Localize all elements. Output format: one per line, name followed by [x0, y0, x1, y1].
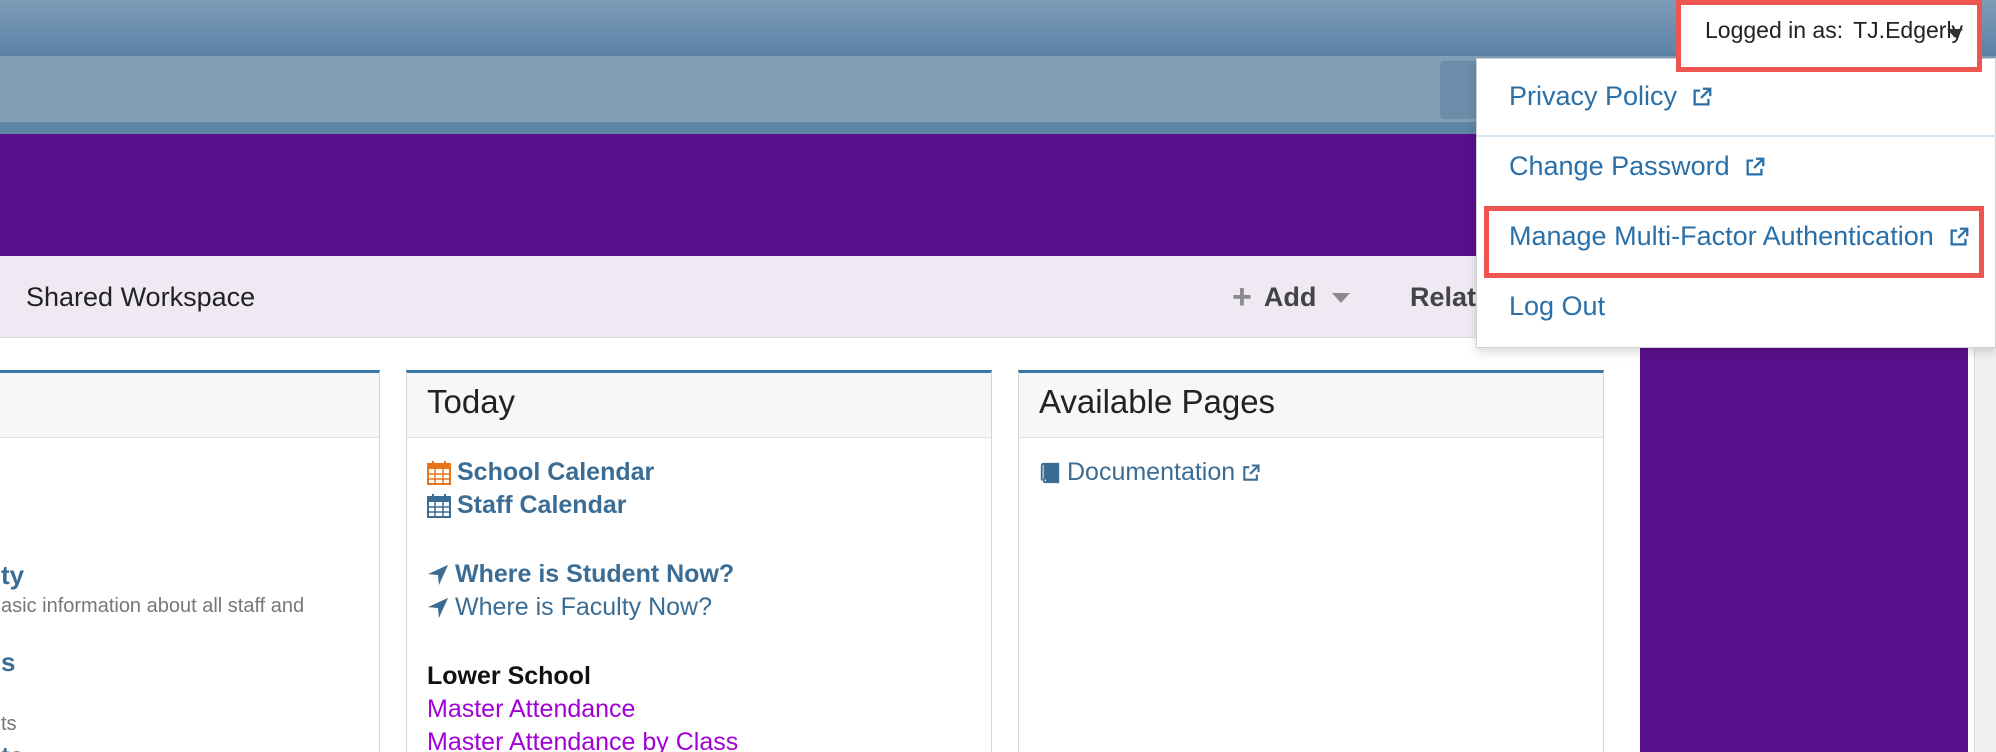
external-link-icon: [1693, 87, 1712, 105]
menu-item-privacy-policy[interactable]: Privacy Policy: [1509, 81, 1713, 112]
book-icon: [1040, 462, 1060, 483]
master-attendance-class-label: Master Attendance by Class: [427, 728, 739, 752]
left-card-link-2[interactable]: s: [1, 647, 15, 678]
menu-item-log-out[interactable]: Log Out: [1509, 291, 1605, 322]
menu-item-label: Log Out: [1509, 291, 1606, 321]
lower-school-heading: Lower School: [427, 660, 971, 693]
menu-item-label: Change Password: [1509, 151, 1730, 181]
left-card: ty asic information about all staff and …: [0, 370, 380, 752]
available-pages-title: Available Pages: [1019, 373, 1603, 438]
menu-divider: [1477, 135, 1996, 137]
left-card-link-1[interactable]: ty: [1, 560, 24, 591]
documentation-link[interactable]: Documentation: [1039, 456, 1583, 489]
caret-down-icon: [1332, 292, 1351, 303]
calendar-icon: [427, 493, 451, 518]
where-faculty-link[interactable]: Where is Faculty Now?: [427, 591, 971, 624]
where-faculty-label: Where is Faculty Now?: [455, 593, 713, 621]
user-menu-toggle[interactable]: Logged in as: TJ.Edgerly: [1676, 0, 1982, 72]
staff-calendar-label: Staff Calendar: [457, 491, 627, 519]
calendar-icon: [427, 460, 451, 485]
location-arrow-icon: [427, 597, 449, 618]
master-attendance-label: Master Attendance: [427, 695, 636, 723]
right-side-panel: [1640, 338, 1968, 752]
staff-calendar-link[interactable]: Staff Calendar: [427, 489, 971, 522]
nav-add-button[interactable]: + Add: [1232, 278, 1351, 317]
left-card-desc-1: asic information about all staff and: [1, 595, 305, 617]
where-student-link[interactable]: Where is Student Now?: [427, 558, 971, 591]
external-link-icon: [1746, 157, 1765, 175]
caret-down-icon: [1947, 29, 1963, 38]
nav-add-label: Add: [1263, 282, 1317, 312]
where-student-label: Where is Student Now?: [455, 560, 735, 588]
left-card-link-3[interactable]: ts: [1, 741, 24, 752]
available-pages-card: Available Pages Documentation: [1018, 370, 1604, 752]
documentation-label: Documentation: [1067, 458, 1236, 486]
external-link-icon: [1243, 463, 1260, 481]
location-arrow-icon: [427, 564, 449, 585]
username: TJ.Edgerly: [1853, 17, 1964, 43]
nav-shared-workspace[interactable]: Shared Workspace: [26, 282, 255, 313]
scrollbar[interactable]: [1974, 338, 1996, 752]
today-card: Today School Calendar Staff Calendar Whe…: [406, 370, 992, 752]
lower-school-label: Lower School: [427, 662, 591, 690]
plus-icon: +: [1232, 278, 1252, 316]
menu-item-label: Privacy Policy: [1509, 81, 1678, 111]
user-dropdown-menu: Privacy Policy Change Password Manage Mu…: [1476, 58, 1996, 348]
today-card-title: Today: [407, 373, 991, 438]
school-calendar-label: School Calendar: [457, 458, 655, 486]
master-attendance-link[interactable]: Master Attendance: [427, 693, 971, 726]
menu-item-change-password[interactable]: Change Password: [1509, 151, 1766, 182]
master-attendance-class-link[interactable]: Master Attendance by Class: [427, 726, 971, 752]
highlight-box-mfa: [1484, 206, 1984, 278]
school-calendar-link[interactable]: School Calendar: [427, 456, 971, 489]
logged-in-label: Logged in as:: [1705, 17, 1844, 43]
left-card-desc-2: ts: [1, 713, 17, 735]
